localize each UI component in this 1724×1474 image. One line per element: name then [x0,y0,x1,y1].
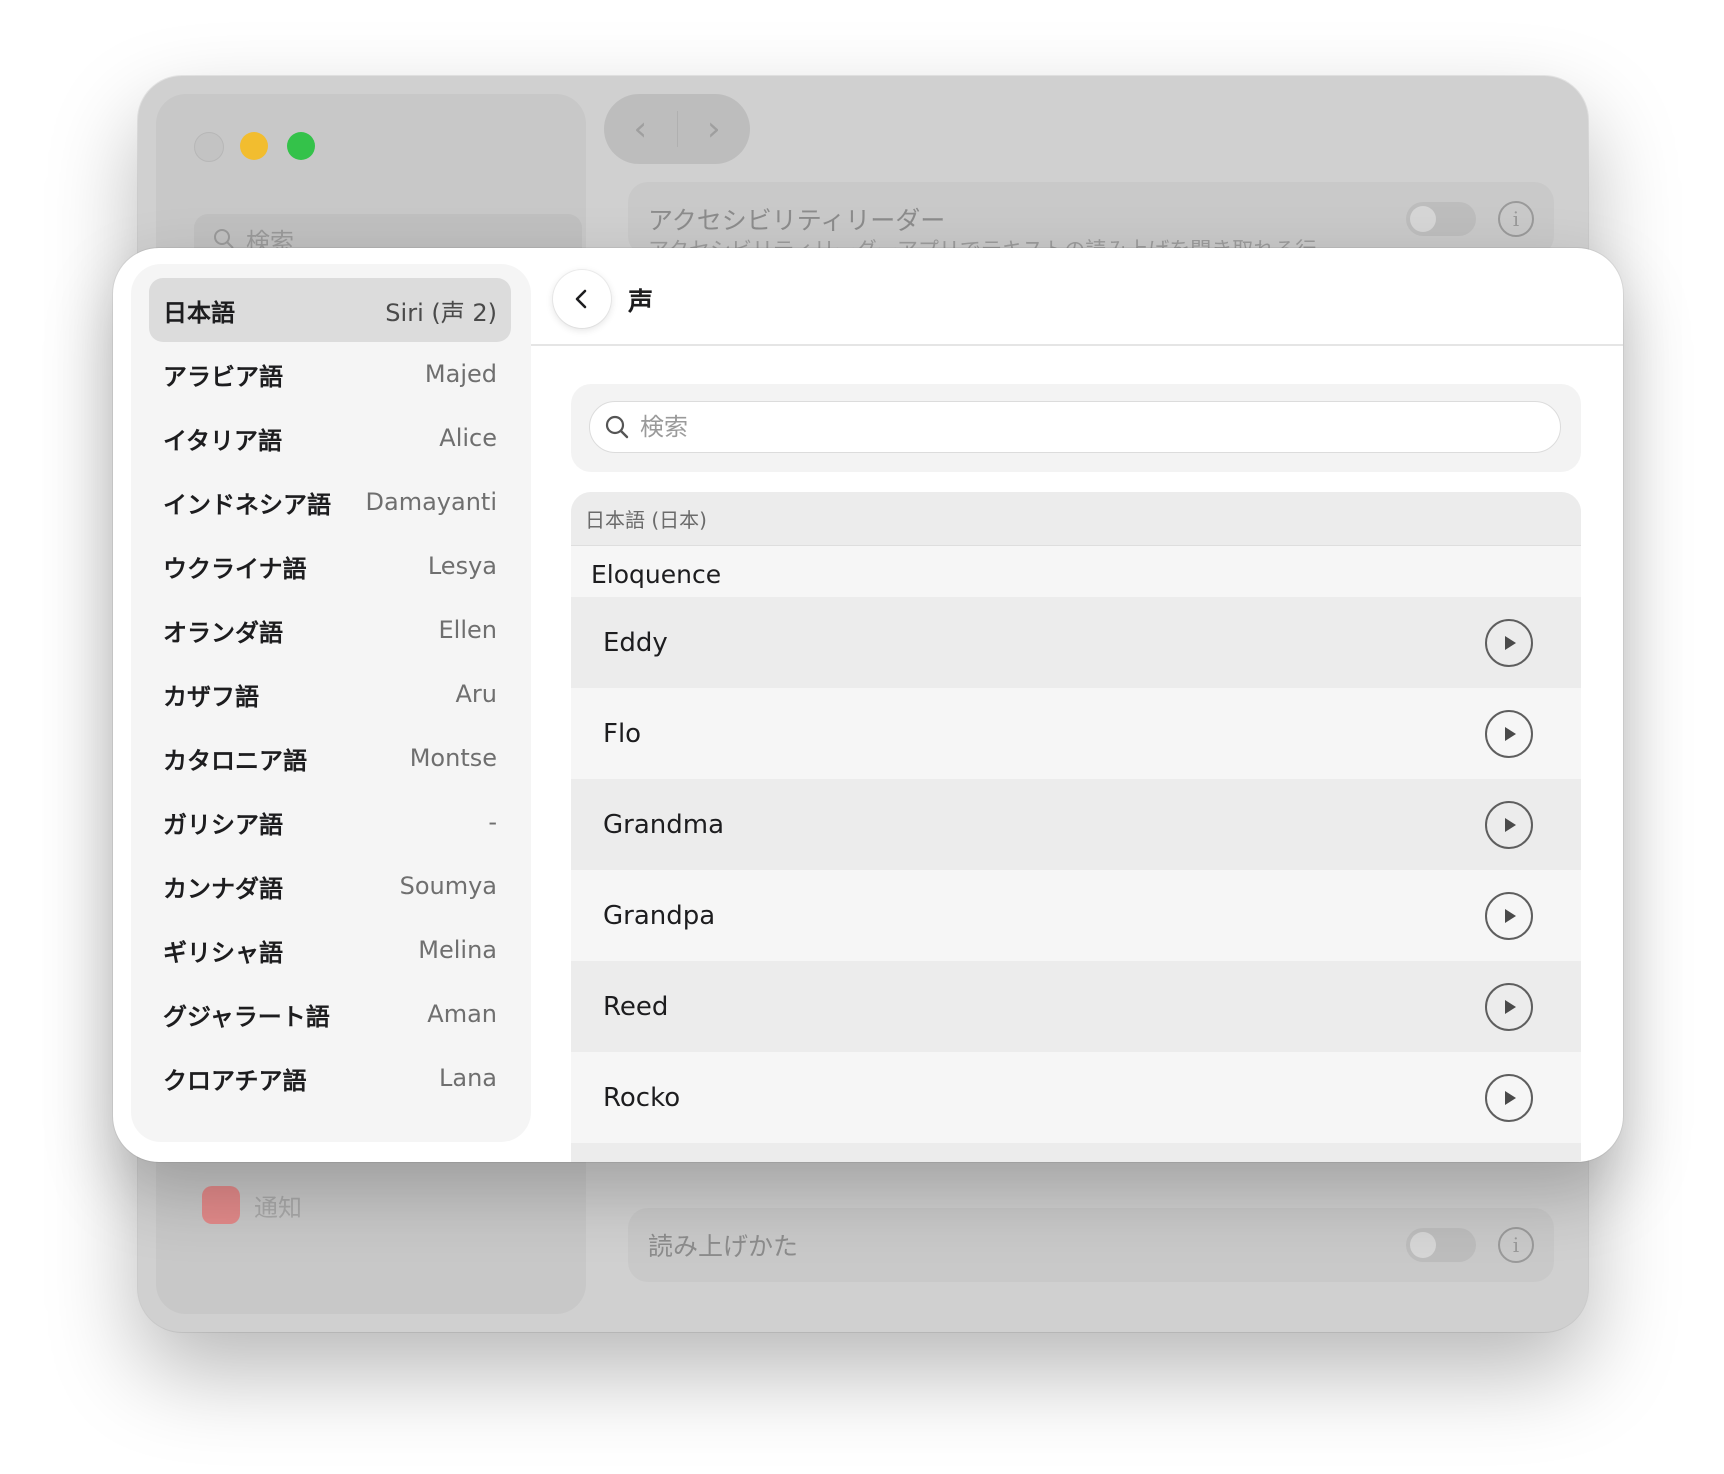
close-window-button[interactable] [194,132,224,162]
language-name: カタロニア語 [163,746,307,775]
voice-row[interactable]: Rocko [571,1052,1581,1143]
play-icon [1505,1090,1516,1105]
voice-name: Eddy [603,627,668,658]
play-button[interactable] [1485,982,1533,1031]
language-name: グジャラート語 [163,1002,330,1031]
language-row[interactable]: ウクライナ語 Lesya [149,534,511,598]
language-row[interactable]: ガリシア語 - [149,790,511,854]
voice-group-label: Eloquence [591,560,722,589]
history-nav: ‹ › [604,94,750,164]
language-row[interactable]: グジャラート語 Aman [149,982,511,1046]
voice-search-field[interactable] [589,401,1561,453]
language-name: アラビア語 [163,362,283,391]
language-name: カザフ語 [163,682,259,711]
voice-row[interactable]: Reed [571,961,1581,1052]
language-name: ガリシア語 [163,810,283,839]
language-name: カンナダ語 [163,874,283,903]
read-aloud-toggle[interactable] [1406,1228,1476,1262]
voice-row[interactable]: Flo [571,688,1581,779]
play-button[interactable] [1485,800,1533,849]
language-row[interactable]: 日本語 Siri (声 2) [149,278,511,342]
voice-name: Grandpa [603,900,716,931]
voice-row[interactable]: Grandpa [571,870,1581,961]
language-voice: - [488,808,497,836]
minimize-window-button[interactable] [240,132,268,160]
sheet-title: 声 [628,287,654,316]
language-row[interactable]: ギリシャ語 Melina [149,918,511,982]
language-voice: Majed [424,360,497,388]
language-voice: Melina [418,936,497,964]
section-header: 日本語 (日本) [571,492,1581,546]
play-button[interactable] [1485,709,1533,758]
chevron-left-icon [575,289,587,309]
voice-sheet: 日本語 Siri (声 2) アラビア語 Majed イタリア語 Alice イ… [113,248,1623,1162]
search-icon [605,415,629,439]
language-voice: Lana [439,1064,497,1092]
language-list: 日本語 Siri (声 2) アラビア語 Majed イタリア語 Alice イ… [131,264,531,1142]
chevron-right-icon[interactable]: › [678,109,751,149]
voice-name: Reed [603,991,669,1022]
language-row[interactable]: アラビア語 Majed [149,342,511,406]
language-voice: Damayanti [365,488,497,516]
play-button[interactable] [1485,1073,1533,1122]
language-voice: Alice [439,424,497,452]
notifications-icon [202,1186,240,1224]
sidebar-item-notifications[interactable]: 通知 [202,1186,302,1224]
language-row[interactable]: クロアチア語 Lana [149,1046,511,1110]
language-row[interactable]: インドネシア語 Damayanti [149,470,511,534]
play-button[interactable] [1485,891,1533,940]
sidebar-item-label: 通知 [254,1193,302,1222]
read-aloud-card: 読み上げかた i [628,1208,1554,1282]
info-icon[interactable]: i [1498,201,1534,237]
voice-search-input[interactable] [638,412,1522,442]
back-button[interactable] [553,270,611,328]
voice-name: Rocko [603,1082,681,1113]
language-voice: Lesya [427,552,497,580]
language-voice: Soumya [399,872,497,900]
play-icon [1505,999,1516,1014]
language-row[interactable]: カザフ語 Aru [149,662,511,726]
language-row[interactable]: カタロニア語 Montse [149,726,511,790]
language-name: ギリシャ語 [163,938,283,967]
language-name: 日本語 [163,298,235,327]
language-name: オランダ語 [163,618,283,647]
maximize-window-button[interactable] [287,132,315,160]
voice-row[interactable]: Grandma [571,779,1581,870]
language-voice: Aru [455,680,498,708]
language-voice: Montse [409,744,497,772]
voice-search-container [571,384,1581,472]
header-divider [531,344,1623,346]
language-row[interactable]: イタリア語 Alice [149,406,511,470]
play-icon [1505,635,1516,650]
language-voice: Ellen [438,616,497,644]
voice-name: Grandma [603,809,725,840]
play-icon [1505,726,1516,741]
language-row[interactable]: カンナダ語 Soumya [149,854,511,918]
play-icon [1505,817,1516,832]
accessibility-reader-toggle[interactable] [1406,202,1476,236]
voice-row-partial[interactable] [571,1143,1581,1162]
language-voice: Aman [427,1000,497,1028]
play-button[interactable] [1485,618,1533,667]
card-title: アクセシビリティリーダー [648,206,946,235]
voice-name: Flo [603,718,642,749]
info-icon[interactable]: i [1498,1227,1534,1263]
voice-row[interactable]: Eddy [571,597,1581,688]
voice-list: 日本語 (日本) Eloquence Eddy Flo Grandma Gran… [571,492,1581,1162]
language-name: インドネシア語 [163,490,331,519]
card-title: 読み上げかた [648,1232,799,1261]
language-voice: Siri (声 2) [385,298,497,327]
language-name: ウクライナ語 [163,554,307,583]
language-name: イタリア語 [163,426,283,455]
play-icon [1505,908,1516,923]
language-row[interactable]: オランダ語 Ellen [149,598,511,662]
language-name: クロアチア語 [163,1066,307,1095]
chevron-left-icon[interactable]: ‹ [604,109,677,149]
